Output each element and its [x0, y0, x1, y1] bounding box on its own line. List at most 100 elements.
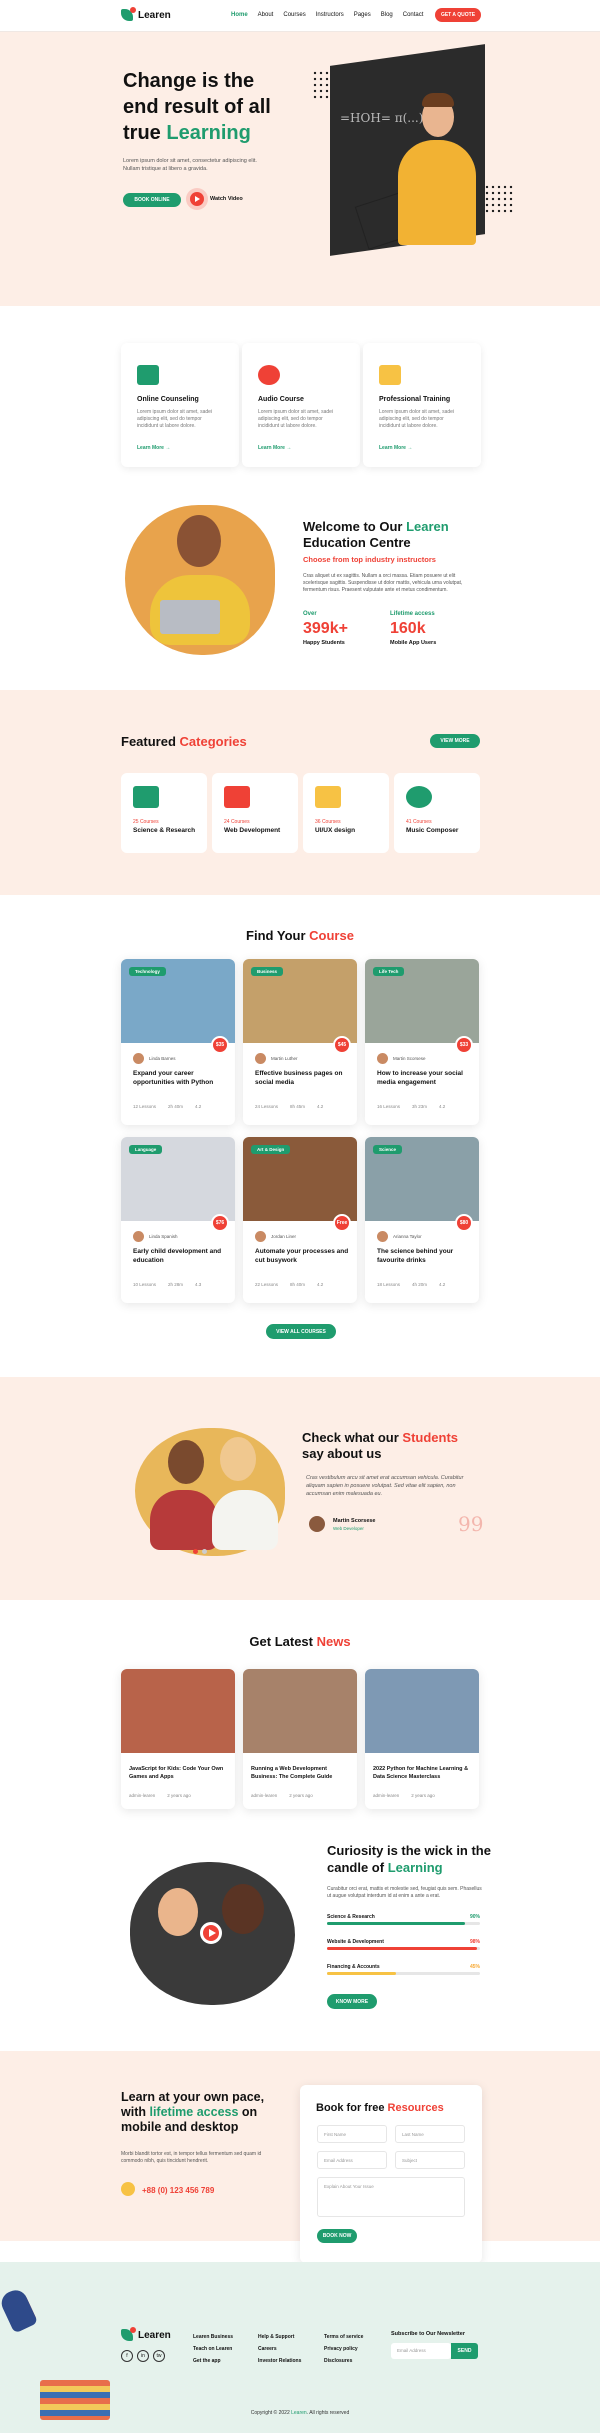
message-field[interactable]: Explain About Your Issue [317, 2177, 465, 2217]
learn-more-link[interactable]: Learn More → [137, 445, 170, 451]
footer-link[interactable]: Get the app [193, 2355, 233, 2367]
student-face [158, 1888, 198, 1936]
book-online-button[interactable]: BOOK ONLINE [123, 193, 181, 207]
footer-link[interactable]: Privacy policy [324, 2343, 363, 2355]
author-avatar [255, 1231, 266, 1242]
code-icon [224, 786, 250, 808]
course-title[interactable]: The science behind your favourite drinks [377, 1247, 472, 1265]
view-more-button[interactable]: VIEW MORE [430, 734, 480, 748]
book-now-button[interactable]: BOOK NOW [317, 2229, 357, 2243]
news-title[interactable]: Running a Web Development Business: The … [251, 1765, 351, 1781]
nav-courses[interactable]: Courses [283, 12, 305, 18]
hero-description: Lorem ipsum dolor sit amet, consectetur … [123, 158, 257, 172]
microscope-icon [133, 786, 159, 808]
course-title[interactable]: Expand your career opportunities with Py… [133, 1069, 228, 1087]
reviewer-role: Web Developer [333, 1526, 364, 1531]
course-author: Martin Luther [271, 1056, 298, 1061]
service-card[interactable]: Online Counseling Lorem ipsum dolor sit … [121, 343, 239, 467]
dot[interactable] [193, 1549, 198, 1554]
quote-icon: 99 [458, 1512, 484, 1536]
footer-logo[interactable]: Learen [121, 2327, 171, 2341]
know-more-button[interactable]: KNOW MORE [327, 1994, 377, 2009]
course-card[interactable]: Technology $35 Linda Barnes Expand your … [121, 959, 235, 1125]
twitter-icon[interactable]: tw [153, 2350, 165, 2362]
welcome-description: Cras aliquet ut ex sagittis. Nullam a or… [303, 573, 463, 593]
view-all-courses-button[interactable]: VIEW ALL COURSES [266, 1324, 336, 1339]
course-meta: 24 Lessons 8h 45m 4.2 [255, 1104, 324, 1109]
nav-contact[interactable]: Contact [403, 12, 424, 18]
slider-dots[interactable] [193, 1549, 207, 1554]
monitor-icon [137, 365, 159, 385]
facebook-icon[interactable]: f [121, 2350, 133, 2362]
news-title[interactable]: JavaScript for Kids: Code Your Own Games… [129, 1765, 229, 1781]
student-left-face [168, 1440, 204, 1484]
course-price: $76 [211, 1214, 229, 1232]
author-avatar [255, 1053, 266, 1064]
course-card[interactable]: Language $76 Linda Spanish Early child d… [121, 1137, 235, 1303]
footer-link[interactable]: Investor Relations [258, 2355, 301, 2367]
course-meta: 12 Lessons 2h 40m 4.2 [133, 1104, 202, 1109]
footer-link[interactable]: Terms of service [324, 2331, 363, 2343]
first-name-field[interactable]: First Name [317, 2125, 387, 2143]
course-meta: 10 Lessons 2h 28m 4.3 [133, 1282, 202, 1287]
author-avatar [133, 1231, 144, 1242]
nav-instructors[interactable]: Instructors [316, 12, 344, 18]
learn-more-link[interactable]: Learn More → [379, 445, 412, 451]
nav-pages[interactable]: Pages [354, 12, 371, 18]
service-card[interactable]: Professional Training Lorem ipsum dolor … [363, 343, 481, 467]
email-field[interactable]: Email Address [317, 2151, 387, 2169]
nav-home[interactable]: Home [231, 12, 248, 18]
nav-blog[interactable]: Blog [381, 12, 393, 18]
dot[interactable] [202, 1549, 207, 1554]
footer-link[interactable]: Teach on Learen [193, 2343, 233, 2355]
phone-number[interactable]: +88 (0) 123 456 789 [142, 2186, 214, 2195]
course-title[interactable]: How to increase your social media engage… [377, 1069, 472, 1087]
service-desc: Lorem ipsum dolor sit amet, sadei adipis… [379, 409, 455, 429]
news-card[interactable]: Running a Web Development Business: The … [243, 1669, 357, 1809]
news-card[interactable]: JavaScript for Kids: Code Your Own Games… [121, 1669, 235, 1809]
teacher-hair [422, 93, 454, 107]
subject-field[interactable]: Subject [395, 2151, 465, 2169]
progress-bar [327, 1922, 480, 1925]
author-avatar [133, 1053, 144, 1064]
course-price: $33 [455, 1036, 473, 1054]
stat-value: 160k [390, 620, 426, 637]
footer-link[interactable]: Disclosures [324, 2355, 363, 2367]
course-title[interactable]: Automate your processes and cut busywork [255, 1247, 350, 1265]
course-title[interactable]: Early child development and education [133, 1247, 228, 1265]
play-icon[interactable] [200, 1922, 222, 1944]
course-card[interactable]: Art & Design Free Jordan Liner Automate … [243, 1137, 357, 1303]
course-card[interactable]: Business $45 Martin Luther Effective bus… [243, 959, 357, 1125]
category-card[interactable]: 41 Courses Music Composer [394, 773, 480, 853]
form-title: Book for free Resources [316, 2102, 444, 2114]
linkedin-icon[interactable]: in [137, 2350, 149, 2362]
footer-link[interactable]: Learen Business [193, 2331, 233, 2343]
footer-link[interactable]: Help & Support [258, 2331, 301, 2343]
student-right [212, 1490, 278, 1550]
nav-about[interactable]: About [258, 12, 274, 18]
service-card[interactable]: Audio Course Lorem ipsum dolor sit amet,… [242, 343, 360, 467]
newsletter-email-input[interactable]: Email Address [391, 2343, 451, 2359]
news-card[interactable]: 2022 Python for Machine Learning & Data … [365, 1669, 479, 1809]
get-quote-button[interactable]: GET A QUOTE [435, 8, 481, 22]
category-card[interactable]: 24 Courses Web Development [212, 773, 298, 853]
category-card[interactable]: 36 Courses UI/UX design [303, 773, 389, 853]
course-card[interactable]: Life Tech $33 Martin Scorsese How to inc… [365, 959, 479, 1125]
footer-link[interactable]: Careers [258, 2343, 301, 2355]
course-title[interactable]: Effective business pages on social media [255, 1069, 350, 1087]
design-icon [315, 786, 341, 808]
send-button[interactable]: SEND [451, 2343, 478, 2359]
learn-more-link[interactable]: Learn More → [258, 445, 291, 451]
categories-section [0, 690, 600, 895]
play-icon[interactable] [190, 192, 204, 206]
course-author: Linda Spanish [149, 1234, 178, 1239]
welcome-title: Welcome to Our Learen Education Centre [303, 519, 449, 550]
category-card[interactable]: 25 Courses Science & Research [121, 773, 207, 853]
course-card[interactable]: Science $80 Arianna Taylor The science b… [365, 1137, 479, 1303]
learn-title: Learn at your own pace, with lifetime ac… [121, 2090, 265, 2134]
news-title[interactable]: 2022 Python for Machine Learning & Data … [373, 1765, 473, 1781]
last-name-field[interactable]: Last Name [395, 2125, 465, 2143]
logo[interactable]: Learen [121, 7, 171, 21]
watch-video-link[interactable]: Watch Video [210, 196, 243, 202]
student-left [150, 1490, 218, 1550]
